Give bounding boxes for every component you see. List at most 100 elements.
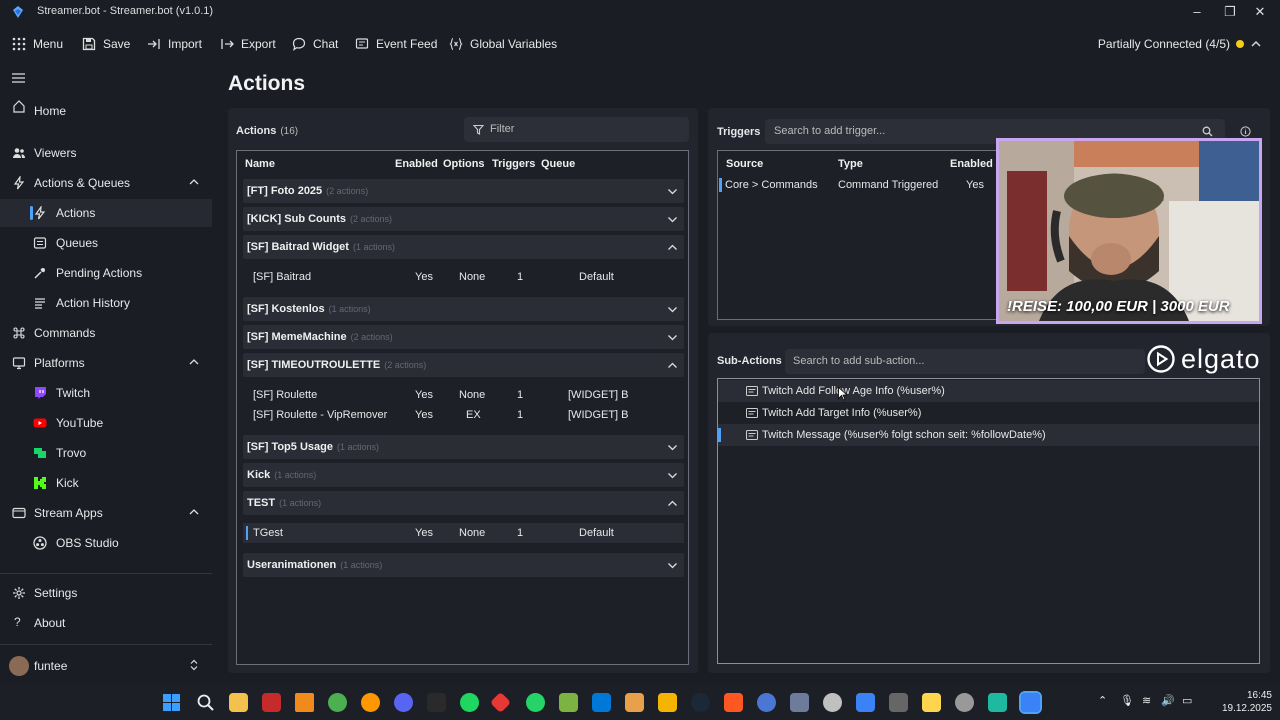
- sidebar-item-commands[interactable]: Commands: [0, 319, 212, 347]
- sticky-notes-icon[interactable]: [922, 693, 941, 712]
- search-icon[interactable]: [196, 693, 215, 712]
- sidebar-item-queues[interactable]: Queues: [0, 229, 212, 257]
- column-header[interactable]: Queue: [541, 158, 575, 170]
- action-group[interactable]: [KICK] Sub Counts (2 actions): [243, 207, 684, 231]
- chat-button[interactable]: Chat: [292, 33, 338, 55]
- sidebar-item-twitch[interactable]: Twitch: [0, 379, 212, 407]
- action-group[interactable]: [SF] TIMEOUTROULETTE (2 actions): [243, 353, 684, 377]
- pending-icon: [34, 268, 45, 279]
- sidebar-item-about[interactable]: ? About: [0, 609, 212, 637]
- clock[interactable]: 16:45 19.12.2025: [1222, 689, 1272, 715]
- list-item[interactable]: Twitch Add Target Info (%user%): [718, 402, 1259, 424]
- info-icon[interactable]: [1240, 126, 1251, 137]
- list-item[interactable]: Twitch Add Follow Age Info (%user%): [718, 380, 1259, 402]
- minimize-button[interactable]: –: [1189, 4, 1205, 20]
- app-network-icon[interactable]: [790, 693, 809, 712]
- sidebar-item-platforms[interactable]: Platforms: [0, 349, 212, 377]
- row-name: [SF] Roulette - VipRemover: [253, 409, 388, 421]
- export-button[interactable]: Export: [220, 33, 276, 55]
- table-row[interactable]: [SF] Roulette Yes None 1 [WIDGET] B: [243, 385, 684, 405]
- windows-start-icon[interactable]: [162, 693, 181, 712]
- global-variables-button[interactable]: Global Variables: [449, 33, 557, 55]
- spotify-icon[interactable]: [460, 693, 479, 712]
- column-header[interactable]: Triggers: [492, 158, 535, 170]
- battery-icon[interactable]: ▭: [1182, 694, 1192, 707]
- discord-icon[interactable]: [394, 693, 413, 712]
- sidebar-item-home[interactable]: Home: [0, 97, 212, 125]
- app-orange-icon[interactable]: [625, 693, 644, 712]
- save-button[interactable]: Save: [82, 33, 130, 55]
- sidebar: Home Viewers Actions & Queues Actions Qu…: [0, 64, 217, 685]
- clock-app-icon[interactable]: [955, 693, 974, 712]
- sidebar-item-actions-queues[interactable]: Actions & Queues: [0, 169, 212, 197]
- action-group[interactable]: Kick (1 actions): [243, 463, 684, 487]
- table-row[interactable]: [SF] Roulette - VipRemover Yes EX 1 [WID…: [243, 405, 684, 425]
- sidebar-item-actions[interactable]: Actions: [0, 199, 212, 227]
- action-group[interactable]: [FT] Foto 2025 (2 actions): [243, 179, 684, 203]
- action-group[interactable]: TEST (1 actions): [243, 491, 684, 515]
- action-group[interactable]: [SF] Baitrad Widget (1 actions): [243, 235, 684, 259]
- connection-status[interactable]: Partially Connected (4/5): [1098, 33, 1262, 55]
- whatsapp-icon[interactable]: [526, 693, 545, 712]
- streamerbot-active-icon[interactable]: [1019, 691, 1042, 714]
- event-feed-button[interactable]: Event Feed: [355, 33, 437, 55]
- table-row[interactable]: [SF] Baitrad Yes None 1 Default: [243, 267, 684, 287]
- sidebar-item-viewers[interactable]: Viewers: [0, 139, 212, 167]
- column-header[interactable]: Source: [726, 158, 763, 170]
- streamerbot-taskbar-icon[interactable]: [856, 693, 875, 712]
- table-row-selected[interactable]: TGest Yes None 1 Default: [243, 523, 684, 543]
- volume-icon[interactable]: 🔊: [1161, 694, 1175, 707]
- sidebar-item-youtube[interactable]: YouTube: [0, 409, 212, 437]
- actions-heading: Actions (16): [236, 125, 298, 137]
- epic-games-icon[interactable]: [427, 693, 446, 712]
- steam-icon[interactable]: [691, 693, 710, 712]
- vlc-icon[interactable]: [295, 693, 314, 712]
- list-item[interactable]: Twitch Message (%user% folgt schon seit:…: [718, 424, 1259, 446]
- app-red-icon[interactable]: [489, 691, 512, 714]
- table-row[interactable]: Core > Commands Command Triggered Yes: [718, 175, 1002, 195]
- file-explorer-icon[interactable]: [229, 693, 248, 712]
- app-blue-icon[interactable]: [757, 693, 776, 712]
- mic-icon[interactable]: 🎙: [1120, 694, 1134, 707]
- app-gray-icon[interactable]: [889, 693, 908, 712]
- menu-button[interactable]: Menu: [12, 33, 63, 55]
- sidebar-item-label: Pending Actions: [56, 266, 143, 280]
- bolt-icon: [34, 206, 46, 220]
- rockstar-icon[interactable]: [658, 693, 677, 712]
- app-green-icon[interactable]: [559, 693, 578, 712]
- import-button[interactable]: Import: [147, 33, 202, 55]
- sidebar-item-action-history[interactable]: Action History: [0, 289, 212, 317]
- column-header[interactable]: Options: [443, 158, 485, 170]
- action-group[interactable]: Useranimationen (1 actions): [243, 553, 684, 577]
- filezilla-icon[interactable]: [262, 693, 281, 712]
- filter-placeholder: Filter: [490, 123, 515, 135]
- subaction-search-input[interactable]: Search to add sub-action...: [785, 349, 1145, 374]
- sidebar-item-obs-studio[interactable]: OBS Studio: [0, 529, 212, 557]
- sidebar-item-stream-apps[interactable]: Stream Apps: [0, 499, 212, 527]
- column-header[interactable]: Enabled: [395, 158, 438, 170]
- audio-app-icon[interactable]: [988, 693, 1007, 712]
- sidebar-item-kick[interactable]: Kick: [0, 469, 212, 497]
- chrome-icon[interactable]: [328, 693, 347, 712]
- column-header[interactable]: Type: [838, 158, 863, 170]
- filter-input[interactable]: Filter: [464, 117, 689, 142]
- column-header[interactable]: Name: [245, 158, 275, 170]
- chrome-canary-icon[interactable]: [361, 693, 380, 712]
- hamburger-icon[interactable]: [12, 72, 25, 84]
- sidebar-item-pending-actions[interactable]: Pending Actions: [0, 259, 212, 287]
- action-group[interactable]: [SF] Kostenlos (1 actions): [243, 297, 684, 321]
- tray-chevron-icon[interactable]: ⌃: [1098, 694, 1107, 707]
- sidebar-item-trovo[interactable]: Trovo: [0, 439, 212, 467]
- action-group[interactable]: [SF] Top5 Usage (1 actions): [243, 435, 684, 459]
- sidebar-item-settings[interactable]: Settings: [0, 579, 212, 607]
- app-gift-icon[interactable]: [724, 693, 743, 712]
- obs-taskbar-icon[interactable]: [823, 693, 842, 712]
- close-button[interactable]: ✕: [1252, 4, 1268, 20]
- wifi-icon[interactable]: ≋: [1142, 694, 1151, 707]
- column-header[interactable]: Enabled: [950, 158, 993, 170]
- vscode-icon[interactable]: [592, 693, 611, 712]
- user-menu[interactable]: funtee: [0, 652, 212, 680]
- action-group[interactable]: [SF] MemeMachine (2 actions): [243, 325, 684, 349]
- actions-label: Actions: [236, 125, 277, 137]
- maximize-button[interactable]: ❐: [1222, 4, 1238, 20]
